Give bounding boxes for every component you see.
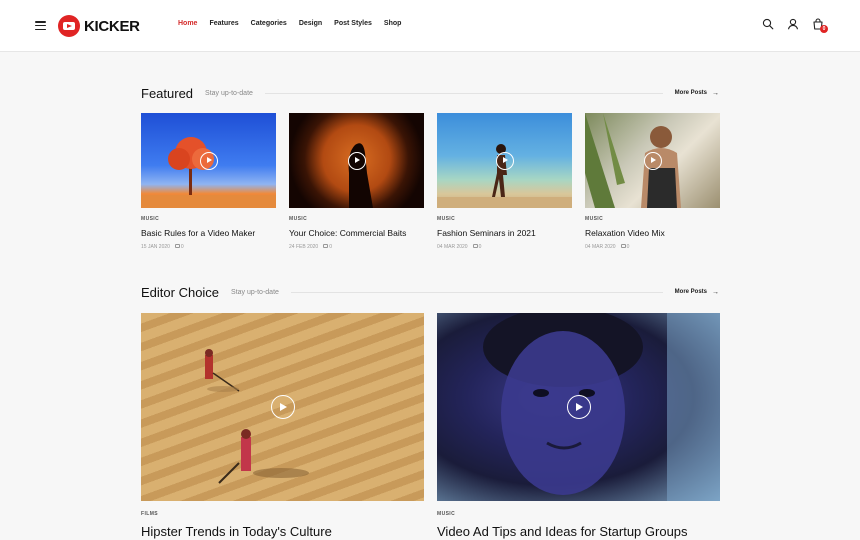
post-date: 04 MAR 2020 bbox=[585, 244, 616, 250]
play-icon[interactable] bbox=[199, 151, 218, 170]
post-title[interactable]: Relaxation Video Mix bbox=[585, 228, 720, 238]
more-posts-link[interactable]: More Posts → bbox=[675, 90, 719, 97]
user-icon[interactable] bbox=[787, 18, 799, 30]
post-meta: 15 JAN 2020 0 bbox=[141, 244, 276, 250]
post-date: 15 JAN 2020 bbox=[141, 244, 170, 250]
comment-count-value: 0 bbox=[478, 244, 482, 250]
nav-features[interactable]: Features bbox=[209, 20, 238, 27]
post-category[interactable]: MUSIC bbox=[585, 216, 720, 222]
arrow-right-icon: → bbox=[712, 89, 719, 97]
comment-icon bbox=[620, 244, 626, 248]
featured-card: MUSIC Fashion Seminars in 2021 04 MAR 20… bbox=[437, 113, 572, 250]
featured-card: MUSIC Basic Rules for a Video Maker 15 J… bbox=[141, 113, 276, 250]
more-posts-label: More Posts bbox=[674, 90, 707, 96]
post-title[interactable]: Fashion Seminars in 2021 bbox=[437, 228, 572, 238]
play-icon[interactable] bbox=[566, 395, 591, 419]
cart-icon[interactable]: 0 bbox=[812, 18, 828, 33]
menu-icon[interactable] bbox=[35, 21, 46, 30]
post-date: 04 MAR 2020 bbox=[437, 244, 468, 250]
post-title[interactable]: Your Choice: Commercial Baits bbox=[289, 228, 424, 238]
post-meta: 04 MAR 2020 0 bbox=[585, 244, 720, 250]
post-meta: 24 FEB 2020 0 bbox=[289, 244, 424, 250]
play-icon[interactable] bbox=[270, 395, 295, 419]
post-category[interactable]: MUSIC bbox=[437, 511, 720, 517]
section-subtitle: Stay up-to-date bbox=[205, 89, 253, 97]
comment-icon bbox=[472, 244, 478, 248]
featured-card: MUSIC Relaxation Video Mix 04 MAR 2020 0 bbox=[585, 113, 720, 250]
post-date: 24 FEB 2020 bbox=[289, 244, 319, 250]
post-thumbnail[interactable] bbox=[437, 113, 572, 208]
featured-header: Featured Stay up-to-date More Posts → bbox=[141, 85, 719, 101]
play-icon[interactable] bbox=[643, 151, 662, 170]
comment-count-value: 0 bbox=[329, 244, 332, 250]
post-thumbnail[interactable] bbox=[437, 313, 720, 501]
comment-icon bbox=[323, 244, 329, 248]
cart-count-badge: 0 bbox=[820, 25, 828, 33]
editor-choice-header: Editor Choice Stay up-to-date More Posts… bbox=[141, 284, 719, 300]
post-category[interactable]: MUSIC bbox=[289, 216, 424, 222]
post-category[interactable]: MUSIC bbox=[141, 216, 276, 222]
editor-card: FILMS Hipster Trends in Today's Culture bbox=[141, 313, 424, 539]
divider bbox=[290, 291, 663, 293]
more-posts-label: More Posts bbox=[674, 289, 707, 295]
post-title[interactable]: Basic Rules for a Video Maker bbox=[141, 228, 276, 238]
divider bbox=[264, 92, 663, 94]
nav-shop[interactable]: Shop bbox=[384, 20, 402, 27]
post-thumbnail[interactable] bbox=[289, 113, 424, 208]
comment-count[interactable]: 0 bbox=[472, 244, 482, 250]
post-thumbnail[interactable] bbox=[585, 113, 720, 208]
post-thumbnail[interactable] bbox=[141, 113, 276, 208]
nav-design[interactable]: Design bbox=[299, 20, 322, 27]
logo[interactable]: KICKER bbox=[58, 15, 140, 37]
play-icon[interactable] bbox=[347, 151, 366, 170]
comment-icon bbox=[174, 244, 180, 248]
comment-count[interactable]: 0 bbox=[323, 244, 332, 250]
more-posts-link[interactable]: More Posts → bbox=[675, 289, 719, 296]
logo-text: KICKER bbox=[84, 17, 140, 35]
comment-count-value: 0 bbox=[180, 244, 184, 250]
post-meta: 04 MAR 2020 0 bbox=[437, 244, 572, 250]
nav-categories[interactable]: Categories bbox=[251, 20, 287, 27]
comment-count-value: 0 bbox=[626, 244, 630, 250]
editor-card: MUSIC Video Ad Tips and Ideas for Startu… bbox=[437, 313, 720, 539]
comment-count[interactable]: 0 bbox=[620, 244, 630, 250]
post-thumbnail[interactable] bbox=[141, 313, 424, 501]
arrow-right-icon: → bbox=[712, 288, 719, 296]
comment-count[interactable]: 0 bbox=[174, 244, 184, 250]
nav-home[interactable]: Home bbox=[178, 20, 197, 27]
section-title: Editor Choice bbox=[141, 284, 220, 300]
post-category[interactable]: FILMS bbox=[141, 511, 424, 517]
post-title[interactable]: Hipster Trends in Today's Culture bbox=[141, 524, 424, 539]
post-category[interactable]: MUSIC bbox=[437, 216, 572, 222]
featured-card: MUSIC Your Choice: Commercial Baits 24 F… bbox=[289, 113, 424, 250]
search-icon[interactable] bbox=[762, 18, 774, 30]
section-title: Featured bbox=[141, 85, 194, 101]
play-icon[interactable] bbox=[495, 151, 514, 170]
play-logo-icon bbox=[58, 15, 80, 37]
main-nav: Home Features Categories Design Post Sty… bbox=[178, 20, 401, 27]
site-header: KICKER Home Features Categories Design P… bbox=[0, 0, 860, 52]
nav-post-styles[interactable]: Post Styles bbox=[334, 20, 372, 27]
post-title[interactable]: Video Ad Tips and Ideas for Startup Grou… bbox=[437, 524, 720, 539]
section-subtitle: Stay up-to-date bbox=[231, 288, 279, 296]
header-actions: 0 bbox=[762, 18, 828, 33]
